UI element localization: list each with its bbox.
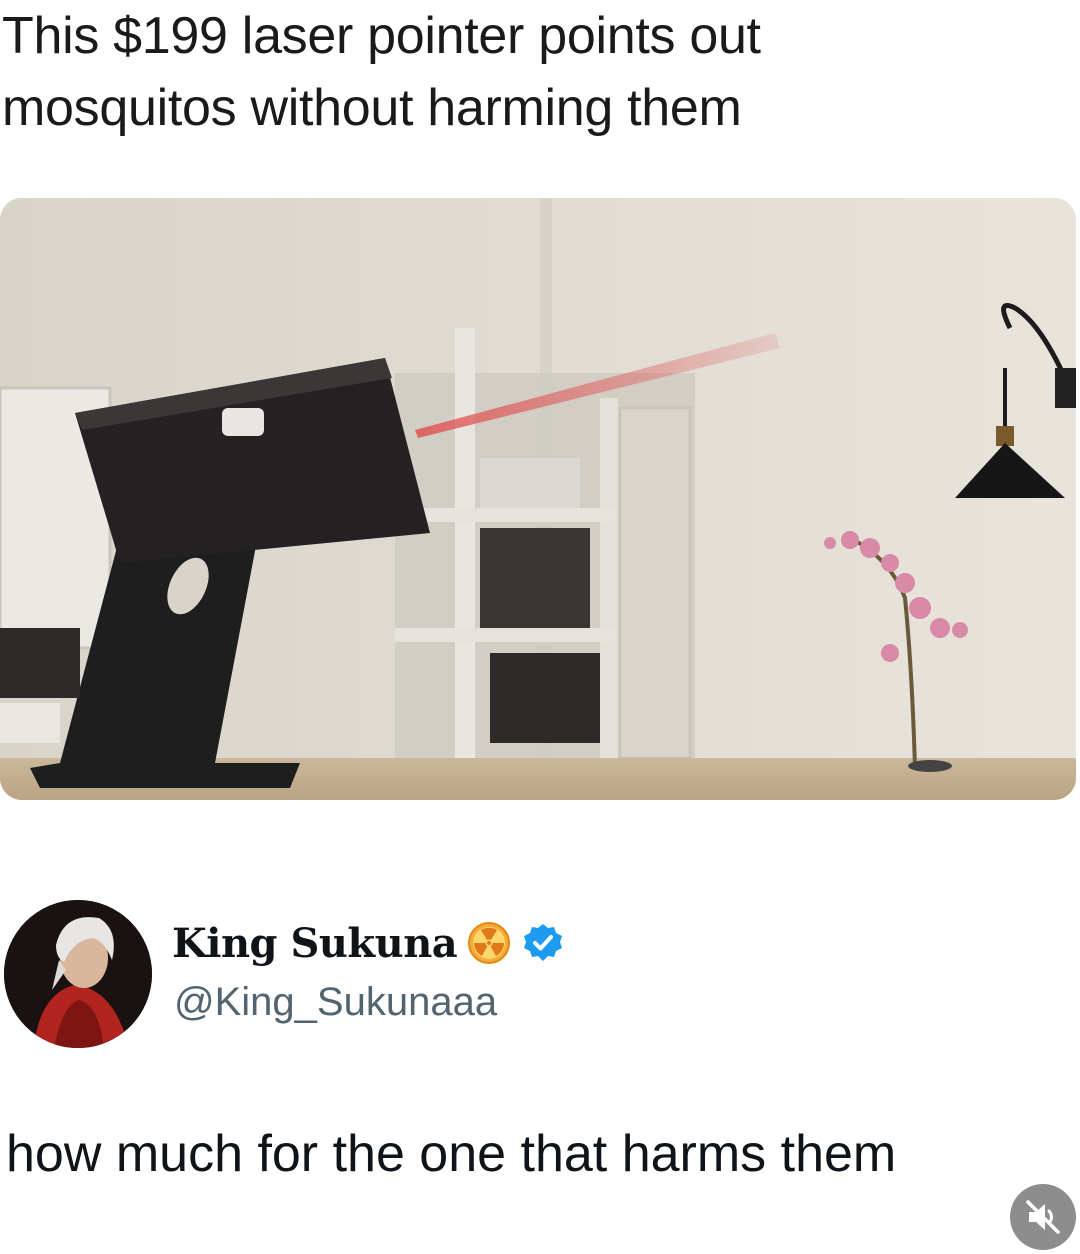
- avatar-image: [4, 900, 152, 1048]
- media-image[interactable]: [0, 198, 1076, 800]
- mute-button[interactable]: [1010, 1184, 1076, 1250]
- laser-device-photo: [0, 198, 1076, 800]
- user-handle[interactable]: @King_Sukunaaa: [174, 980, 497, 1025]
- avatar[interactable]: [4, 900, 152, 1048]
- display-name[interactable]: King Sukuna: [172, 920, 458, 967]
- speaker-muted-icon: [1026, 1200, 1060, 1234]
- radioactive-icon: [467, 921, 511, 965]
- headline-line-1: This $199 laser pointer points out: [2, 7, 761, 65]
- post-headline: This $199 laser pointer points out mosqu…: [2, 0, 1062, 144]
- tweet-text: how much for the one that harms them: [6, 1125, 897, 1183]
- name-row: King Sukuna: [172, 912, 565, 974]
- headline-line-2: mosquitos without harming them: [2, 79, 742, 137]
- verified-badge-icon[interactable]: [521, 921, 565, 965]
- quoted-tweet-author[interactable]: King Sukuna @King_Sukunaaa: [4, 900, 1004, 1050]
